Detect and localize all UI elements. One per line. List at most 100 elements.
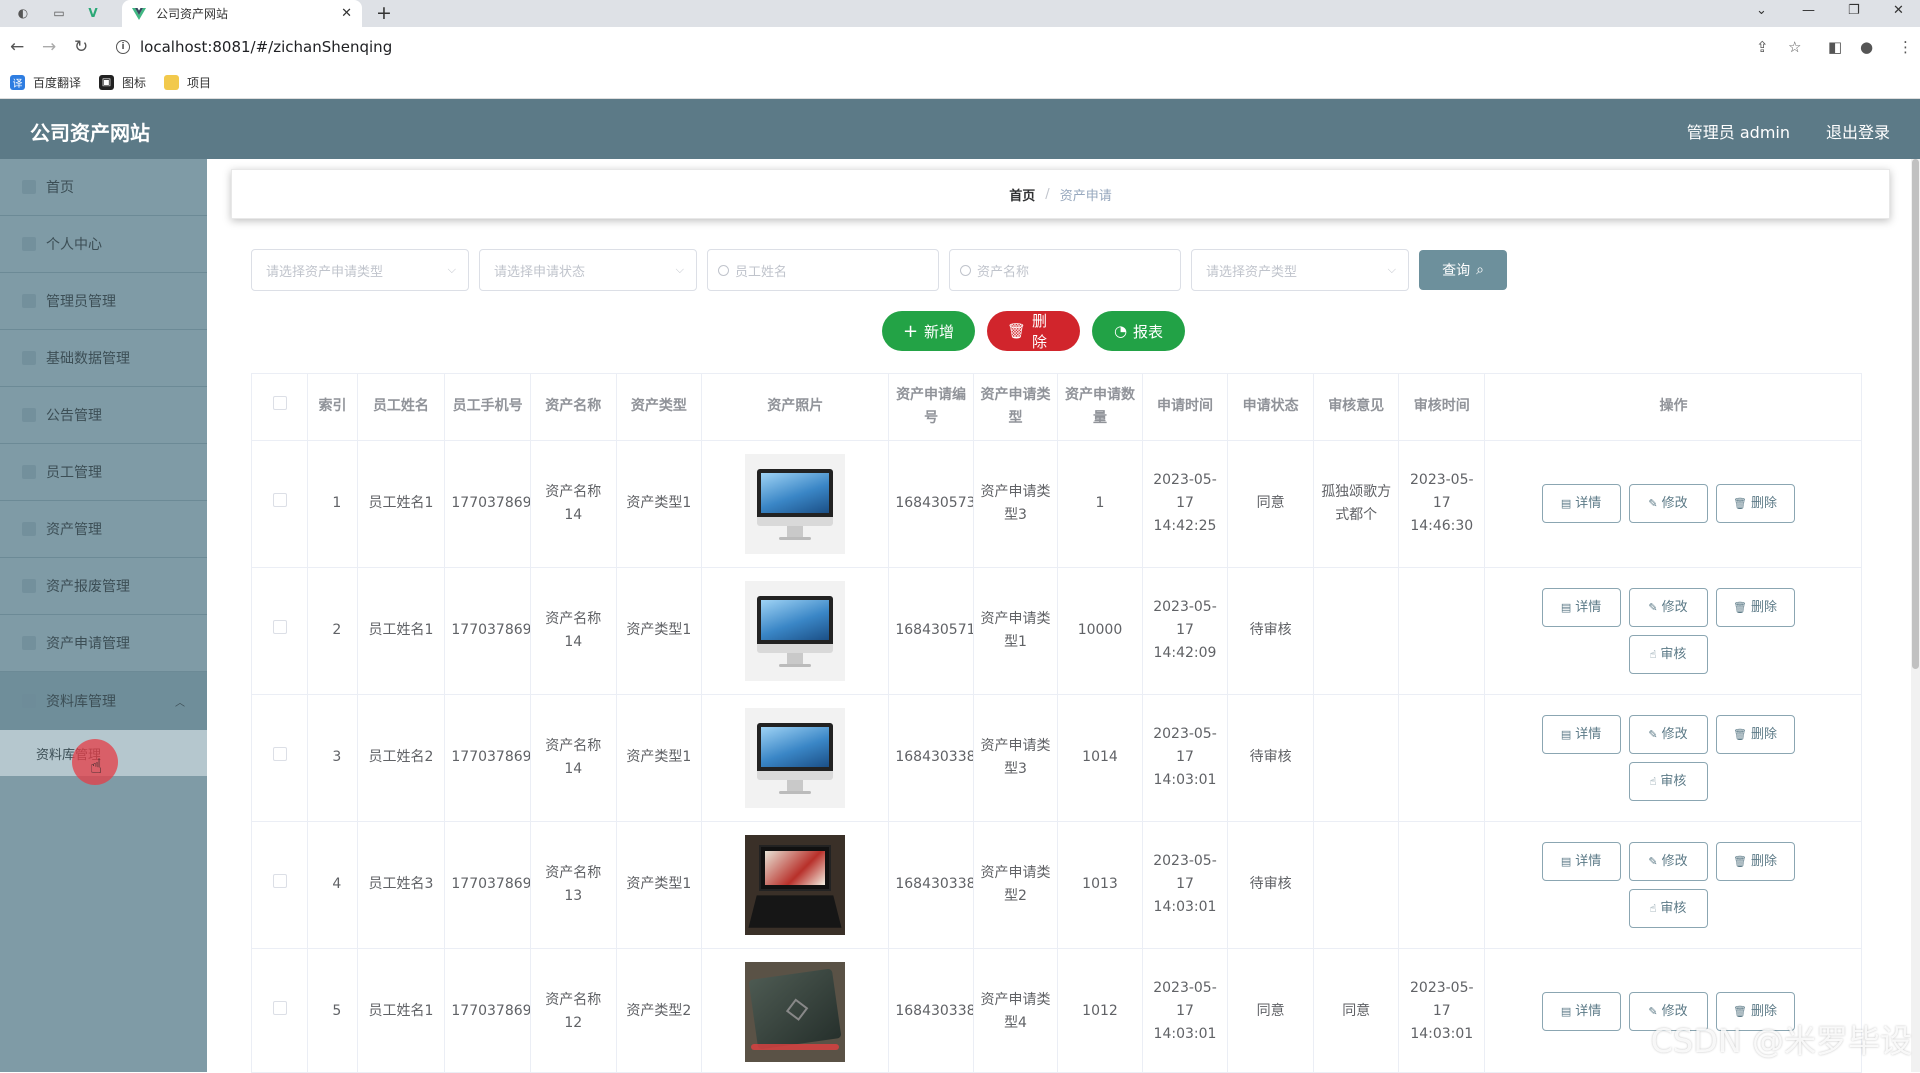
main-content: 首页 / 资产申请 请选择资产申请类型⌵ 请选择申请状态⌵ 员工姓名 资产名称 … — [207, 159, 1920, 1072]
reload-icon[interactable]: ↻ — [74, 37, 88, 57]
bookmark-projects[interactable]: 项目 — [164, 74, 211, 91]
row-select-cell — [252, 440, 308, 567]
cell-name: 员工姓名3 — [357, 821, 445, 948]
scrollbar-thumb[interactable] — [1912, 159, 1919, 669]
sidebar-item-home[interactable]: 首页 — [0, 159, 207, 216]
header-apply-type: 资产申请类型 — [973, 374, 1057, 440]
sidebar-item-assets[interactable]: 资产管理 — [0, 501, 207, 558]
header-asset: 资产名称 — [530, 374, 616, 440]
menu-icon[interactable]: ⋮ — [1898, 38, 1913, 56]
sidebar-item-employees[interactable]: 员工管理 — [0, 444, 207, 501]
sidebar-item-apply[interactable]: 资产申请管理 — [0, 615, 207, 672]
asset-name-input[interactable]: 资产名称 — [949, 249, 1181, 291]
site-info-icon[interactable]: i — [116, 40, 130, 54]
vue-tab-icon[interactable]: V — [84, 4, 102, 22]
audit-button[interactable]: ☝审核 — [1629, 762, 1708, 801]
report-button[interactable]: ◔报表 — [1092, 311, 1185, 351]
breadcrumb-home[interactable]: 首页 — [1009, 185, 1035, 204]
asset-photo[interactable] — [745, 454, 845, 554]
asset-photo[interactable] — [745, 581, 845, 681]
asset-photo[interactable] — [745, 962, 845, 1062]
select-all-checkbox[interactable] — [273, 396, 287, 410]
detail-button[interactable]: ▤详情 — [1542, 842, 1621, 881]
asset-photo[interactable] — [745, 835, 845, 935]
folder-icon — [164, 75, 179, 90]
edit-button[interactable]: ✎修改 — [1629, 484, 1708, 523]
sidebar-subitem-library[interactable]: 资料库管理 ☝ — [0, 730, 207, 776]
edit-button[interactable]: ✎修改 — [1629, 715, 1708, 754]
cell-index: 2 — [308, 567, 357, 694]
audit-button[interactable]: ☝审核 — [1629, 889, 1708, 928]
select-all-cell — [252, 374, 308, 440]
cell-asset: 资产名称14 — [530, 440, 616, 567]
edit-button[interactable]: ✎修改 — [1629, 588, 1708, 627]
table-header: 索引 员工姓名 员工手机号 资产名称 资产类型 资产照片 资产申请编号 资产申请… — [252, 374, 1862, 440]
row-checkbox[interactable] — [273, 874, 287, 888]
share-icon[interactable]: ⇪ — [1756, 38, 1769, 56]
bookmark-icons[interactable]: ▣ 图标 — [99, 74, 146, 91]
chevron-down-icon[interactable]: ⌄ — [1756, 3, 1767, 18]
forward-icon[interactable]: → — [42, 37, 56, 57]
query-button[interactable]: 查询⌕ — [1419, 250, 1507, 290]
home-icon — [22, 180, 36, 194]
table-row: 4员工姓名317703786903资产名称13资产类型1168430338165… — [252, 821, 1862, 948]
cell-phone: 17703786902 — [445, 694, 531, 821]
globe-icon[interactable]: ◐ — [14, 4, 32, 22]
active-tab[interactable]: 公司资产网站 ✕ — [122, 0, 362, 27]
detail-button[interactable]: ▤详情 — [1542, 588, 1621, 627]
row-delete-button[interactable]: 🗑删除 — [1716, 842, 1795, 881]
row-delete-button[interactable]: 🗑删除 — [1716, 588, 1795, 627]
sidebar-item-profile[interactable]: 个人中心 — [0, 216, 207, 273]
page-scrollbar[interactable] — [1911, 159, 1920, 1072]
sidebar-item-library[interactable]: 资料库管理︿ — [0, 672, 207, 730]
new-tab-button[interactable]: + — [376, 2, 392, 24]
row-checkbox[interactable] — [273, 1001, 287, 1015]
employee-name-input[interactable]: 员工姓名 — [707, 249, 939, 291]
cell-apply-type: 资产申请类型2 — [973, 821, 1057, 948]
audit-button[interactable]: ☝审核 — [1629, 635, 1708, 674]
back-icon[interactable]: ← — [10, 37, 24, 57]
cell-apply-type: 资产申请类型1 — [973, 567, 1057, 694]
detail-button[interactable]: ▤详情 — [1542, 484, 1621, 523]
row-checkbox[interactable] — [273, 620, 287, 634]
trash-icon: 🗑 — [1733, 850, 1747, 873]
cell-opinion — [1313, 567, 1399, 694]
minimize-icon[interactable]: — — [1802, 3, 1815, 18]
vue-logo-icon — [132, 8, 146, 20]
delete-button[interactable]: 🗑删除 — [987, 311, 1080, 351]
cell-audit-time: 2023-05-17 14:46:30 — [1399, 440, 1485, 567]
apply-status-select[interactable]: 请选择申请状态⌵ — [479, 249, 697, 291]
detail-button[interactable]: ▤详情 — [1542, 715, 1621, 754]
row-checkbox[interactable] — [273, 493, 287, 507]
chevron-down-icon: ⌵ — [448, 263, 456, 277]
sidepanel-icon[interactable]: ◧ — [1828, 38, 1842, 56]
detail-button[interactable]: ▤详情 — [1542, 992, 1621, 1031]
sidebar-item-notices[interactable]: 公告管理 — [0, 387, 207, 444]
asset-type-select[interactable]: 请选择资产类型⌵ — [1191, 249, 1409, 291]
logout-link[interactable]: 退出登录 — [1826, 119, 1890, 143]
row-delete-button[interactable]: 🗑删除 — [1716, 715, 1795, 754]
cell-qty: 1012 — [1058, 948, 1142, 1073]
header-time: 申请时间 — [1142, 374, 1228, 440]
document-icon: ▤ — [1561, 723, 1571, 746]
apply-type-select[interactable]: 请选择资产申请类型⌵ — [251, 249, 469, 291]
row-delete-button[interactable]: 🗑删除 — [1716, 484, 1795, 523]
sidebar-item-basedata[interactable]: 基础数据管理 — [0, 330, 207, 387]
sidebar-item-scrap[interactable]: 资产报废管理 — [0, 558, 207, 615]
sidebar-item-admins[interactable]: 管理员管理 — [0, 273, 207, 330]
edit-button[interactable]: ✎修改 — [1629, 842, 1708, 881]
restore-icon[interactable]: ❐ — [1848, 3, 1860, 18]
pie-chart-icon: ◔ — [1114, 322, 1127, 340]
chevron-down-icon: ⌵ — [676, 263, 684, 277]
profile-icon[interactable]: ● — [1860, 38, 1873, 56]
star-icon[interactable]: ☆ — [1788, 38, 1801, 56]
close-tab-icon[interactable]: ✕ — [341, 6, 352, 21]
row-checkbox[interactable] — [273, 747, 287, 761]
add-button[interactable]: +新增 — [882, 311, 975, 351]
cell-name: 员工姓名1 — [357, 440, 445, 567]
bookmark-translate[interactable]: 译 百度翻译 — [10, 74, 81, 91]
blank-tab-icon[interactable]: ▭ — [50, 4, 68, 22]
url-field[interactable]: i localhost:8081/#/zichanShenqing — [108, 33, 1808, 61]
close-window-icon[interactable]: ✕ — [1893, 3, 1904, 18]
asset-photo[interactable] — [745, 708, 845, 808]
